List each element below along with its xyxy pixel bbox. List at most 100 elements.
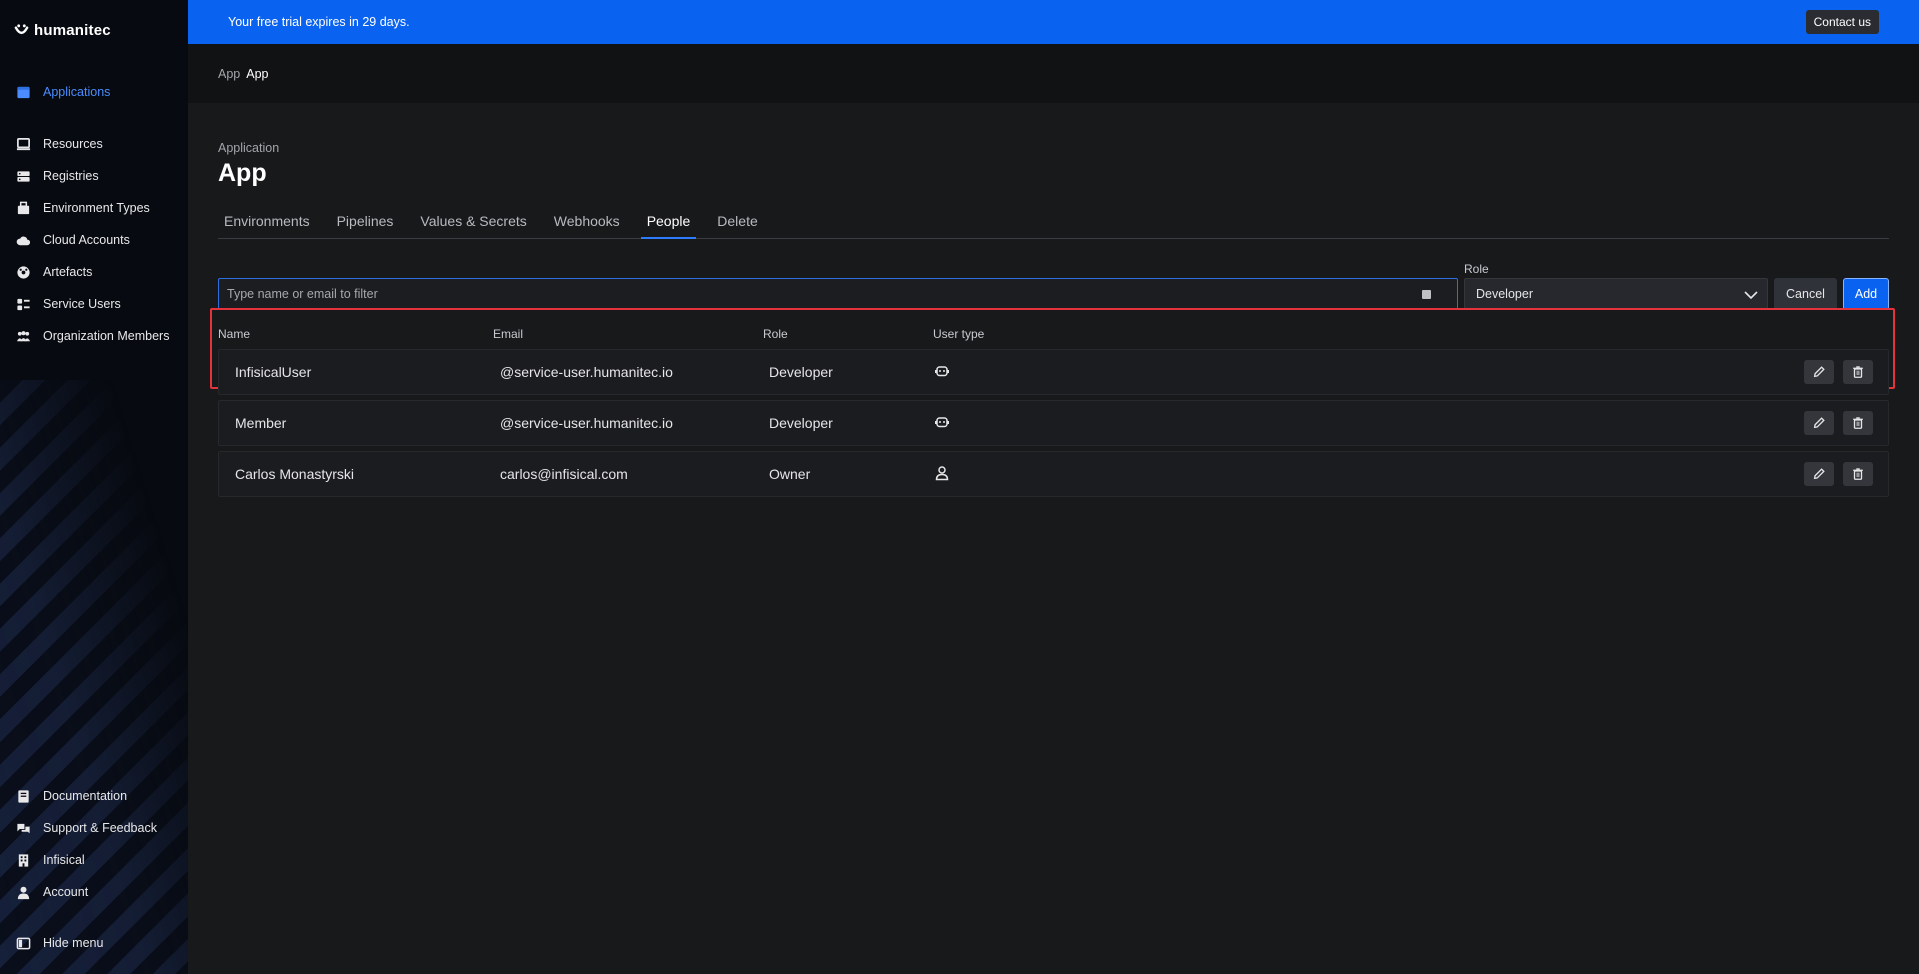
sidebar-item-artefacts[interactable]: Artefacts bbox=[0, 256, 188, 288]
chevron-down-icon bbox=[1744, 291, 1758, 300]
service-users-icon bbox=[15, 296, 31, 312]
tab-delete[interactable]: Delete bbox=[711, 210, 763, 239]
sidebar-toggle-icon bbox=[15, 935, 31, 951]
header-email: Email bbox=[493, 327, 524, 341]
delete-button[interactable] bbox=[1843, 411, 1873, 435]
add-button[interactable]: Add bbox=[1843, 278, 1889, 310]
account-icon bbox=[15, 884, 31, 900]
cancel-button[interactable]: Cancel bbox=[1774, 278, 1837, 310]
delete-button[interactable] bbox=[1843, 360, 1873, 384]
artefacts-icon bbox=[15, 264, 31, 280]
tab-webhooks[interactable]: Webhooks bbox=[548, 210, 626, 239]
pencil-icon bbox=[1813, 417, 1825, 429]
tab-pipelines[interactable]: Pipelines bbox=[331, 210, 400, 239]
pencil-icon bbox=[1813, 468, 1825, 480]
sidebar-item-label: Organization Members bbox=[43, 329, 170, 343]
role-label: Role bbox=[1464, 262, 1489, 276]
row-role: Owner bbox=[769, 466, 811, 482]
sidebar-item-organization-members[interactable]: Organization Members bbox=[0, 320, 188, 352]
sidebar-item-documentation[interactable]: Documentation bbox=[0, 780, 188, 812]
hide-menu-section: Hide menu bbox=[0, 927, 188, 959]
tab-values-secrets[interactable]: Values & Secrets bbox=[414, 210, 532, 239]
robot-icon bbox=[935, 365, 949, 376]
edit-button[interactable] bbox=[1804, 462, 1834, 486]
breadcrumb-current: App bbox=[246, 66, 269, 81]
row-name: Carlos Monastyrski bbox=[235, 466, 355, 482]
header-role: Role bbox=[763, 327, 788, 341]
role-select-value: Developer bbox=[1476, 287, 1533, 301]
logo-text: humanitec bbox=[34, 22, 111, 39]
resources-icon bbox=[15, 136, 31, 152]
applications-icon bbox=[15, 84, 31, 100]
header-name: Name bbox=[218, 327, 251, 341]
sidebar-item-support[interactable]: Support & Feedback bbox=[0, 812, 188, 844]
delete-button[interactable] bbox=[1843, 462, 1873, 486]
row-actions bbox=[1804, 462, 1873, 486]
trial-banner-text: Your free trial expires in 29 days. bbox=[228, 15, 410, 29]
pencil-icon bbox=[1813, 366, 1825, 378]
sidebar-item-registries[interactable]: Registries bbox=[0, 160, 188, 192]
sidebar-item-label: Support & Feedback bbox=[43, 821, 157, 835]
sidebar-item-applications[interactable]: Applications bbox=[0, 76, 188, 108]
hide-menu-button[interactable]: Hide menu bbox=[0, 927, 188, 959]
sidebar-item-cloud-accounts[interactable]: Cloud Accounts bbox=[0, 224, 188, 256]
sidebar-nav-bottom: Documentation Support & Feedback Infisic… bbox=[0, 780, 188, 908]
building-icon bbox=[15, 852, 31, 868]
breadcrumb: App App bbox=[188, 44, 1919, 103]
trash-icon bbox=[1853, 417, 1863, 429]
trash-icon bbox=[1853, 366, 1863, 378]
sidebar-item-label: Environment Types bbox=[43, 201, 150, 215]
table-row: InfisicalUser @service-user.humanitec.io… bbox=[218, 349, 1889, 395]
documentation-icon bbox=[15, 788, 31, 804]
trial-banner: Your free trial expires in 29 days. Cont… bbox=[188, 0, 1919, 44]
table-row: Member @service-user.humanitec.io Develo… bbox=[218, 400, 1889, 446]
sidebar-item-account[interactable]: Account bbox=[0, 876, 188, 908]
support-icon bbox=[15, 820, 31, 836]
logo[interactable]: humanitec bbox=[14, 22, 111, 39]
row-user-type bbox=[934, 465, 1134, 484]
page-eyebrow: Application bbox=[218, 141, 280, 155]
organization-members-icon bbox=[15, 328, 31, 344]
row-actions bbox=[1804, 411, 1873, 435]
row-email: @service-user.humanitec.io bbox=[500, 415, 673, 431]
humanitec-logo-icon bbox=[14, 24, 29, 35]
sidebar-item-resources[interactable]: Resources bbox=[0, 128, 188, 160]
sidebar: humanitec Applications Resources Registr… bbox=[0, 0, 188, 974]
row-user-type bbox=[934, 414, 1134, 433]
sidebar-item-label: Applications bbox=[43, 85, 111, 99]
people-table: Name Email Role User type InfisicalUser … bbox=[210, 308, 1895, 497]
row-name: InfisicalUser bbox=[235, 364, 312, 380]
sidebar-item-environment-types[interactable]: Environment Types bbox=[0, 192, 188, 224]
sidebar-item-label: Account bbox=[43, 885, 89, 899]
tab-environments[interactable]: Environments bbox=[218, 210, 316, 239]
filter-input[interactable] bbox=[219, 279, 1457, 309]
edit-button[interactable] bbox=[1804, 411, 1834, 435]
sidebar-item-label: Cloud Accounts bbox=[43, 233, 130, 247]
hide-menu-label: Hide menu bbox=[43, 936, 104, 950]
sidebar-item-label: Infisical bbox=[43, 853, 85, 867]
stop-icon bbox=[1422, 290, 1431, 299]
role-select[interactable]: Developer bbox=[1464, 278, 1768, 310]
breadcrumb-parent[interactable]: App bbox=[218, 67, 240, 81]
trash-icon bbox=[1853, 468, 1863, 480]
content: Application App Environments Pipelines V… bbox=[188, 141, 1919, 497]
sidebar-item-label: Documentation bbox=[43, 789, 128, 803]
sidebar-item-infisical[interactable]: Infisical bbox=[0, 844, 188, 876]
robot-icon bbox=[935, 416, 949, 427]
sidebar-item-label: Service Users bbox=[43, 297, 121, 311]
row-email: @service-user.humanitec.io bbox=[500, 364, 673, 380]
tab-people[interactable]: People bbox=[640, 210, 697, 239]
edit-button[interactable] bbox=[1804, 360, 1834, 384]
sidebar-item-label: Registries bbox=[43, 169, 99, 183]
main-area: Your free trial expires in 29 days. Cont… bbox=[188, 0, 1919, 974]
contact-us-button[interactable]: Contact us bbox=[1805, 10, 1879, 34]
sidebar-nav-main: Applications Resources Registries Enviro bbox=[0, 76, 188, 352]
sidebar-item-service-users[interactable]: Service Users bbox=[0, 288, 188, 320]
table-header: Name Email Role User type bbox=[218, 324, 1889, 344]
row-email: carlos@infisical.com bbox=[500, 466, 628, 482]
cloud-accounts-icon bbox=[15, 232, 31, 248]
row-role: Developer bbox=[769, 415, 833, 431]
row-user-type bbox=[934, 363, 1134, 382]
app-root: humanitec Applications Resources Registr… bbox=[0, 0, 1919, 974]
person-icon bbox=[935, 465, 949, 480]
